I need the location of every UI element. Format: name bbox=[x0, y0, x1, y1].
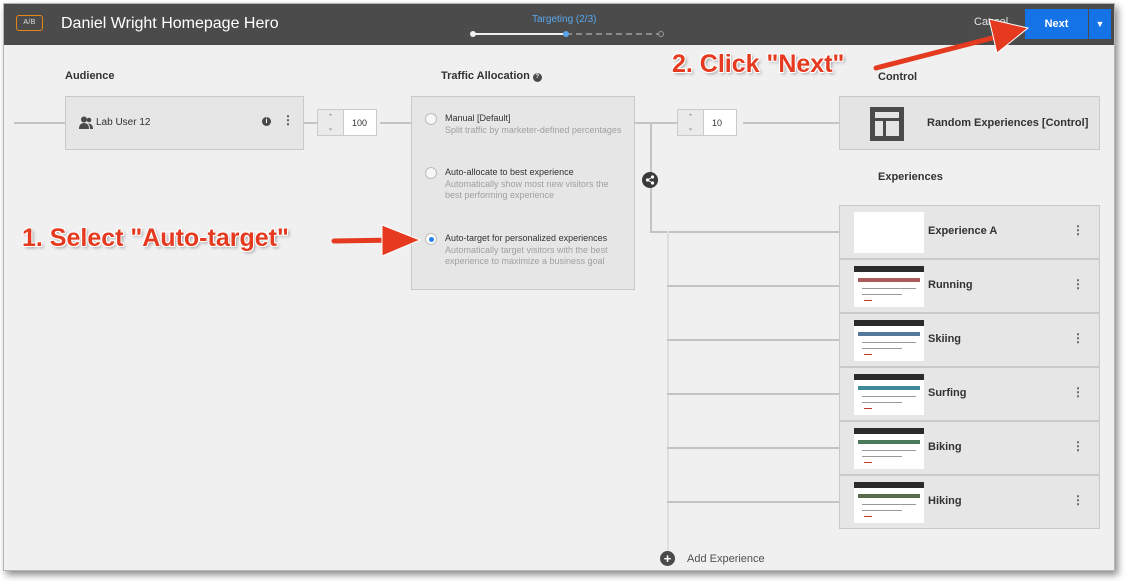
target-activity-window: A/B Daniel Wright Homepage Hero Targetin… bbox=[3, 3, 1115, 571]
arrow-to-auto-target bbox=[331, 224, 422, 257]
arrow-to-next bbox=[873, 18, 1030, 71]
annotation-arrows bbox=[331, 18, 1030, 257]
